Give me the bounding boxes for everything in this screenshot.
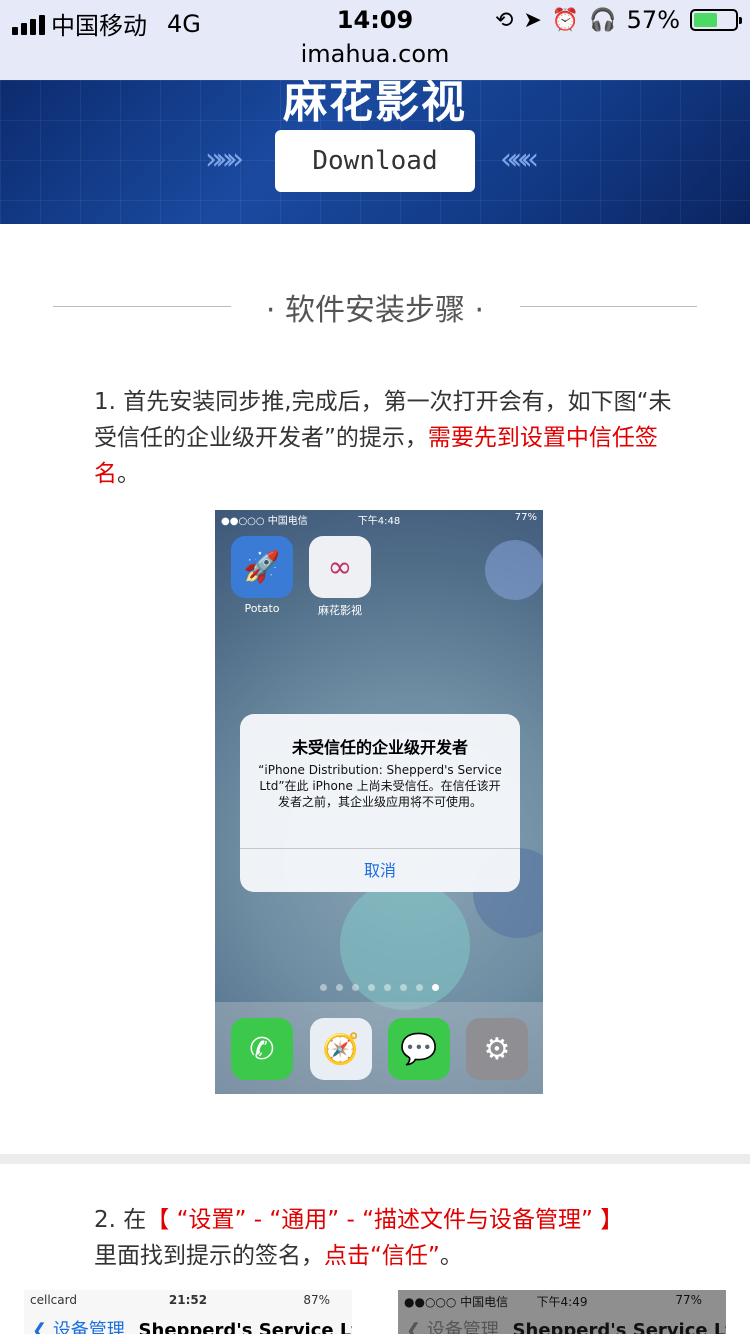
step-1-screenshot: ●●○○○ 中国电信 下午4:48 77% 🚀 Potato ∞ 麻花影视 未受…: [215, 510, 543, 1094]
chevron-right-icon: »»»: [205, 142, 244, 177]
messages-icon: 💬: [388, 1018, 450, 1080]
headphones-icon: 🎧: [589, 7, 617, 33]
inner-time: 下午4:48: [357, 516, 401, 527]
step-1-end: 。: [117, 461, 140, 487]
safari-icon: 🧭: [310, 1018, 372, 1080]
app-label: 麻花影视: [318, 604, 362, 617]
step-2-end: 。: [439, 1243, 463, 1269]
step-2-action: 点击“信任”: [324, 1243, 440, 1269]
status-bar: 中国移动 4G 14:09 ⟲ ➤ ⏰ 🎧 57% imahua.com: [0, 0, 750, 80]
page-dot: [415, 984, 423, 991]
step-2-prefix: 2. 在: [94, 1207, 147, 1233]
rotation-lock-icon: ⟲: [494, 7, 514, 33]
page-dot: [367, 984, 375, 991]
nav-title: Shepperd's Service Ltd: [138, 1320, 352, 1334]
app-potato: 🚀 Potato: [231, 536, 293, 615]
page-dot: [383, 984, 391, 991]
untrusted-developer-alert: 未受信任的企业级开发者 “iPhone Distribution: Sheppe…: [240, 714, 520, 892]
download-button[interactable]: Download: [275, 130, 475, 192]
step-2-text: 2. 在【 “设置” - “通用” - “描述文件与设备管理” 】 里面找到提示…: [94, 1202, 694, 1274]
back-label: 设备管理: [426, 1320, 499, 1334]
inner-battery: 77%: [675, 1293, 702, 1307]
page-dot: [319, 984, 327, 991]
battery-icon: [690, 9, 742, 31]
page-dot: [431, 984, 439, 991]
inner-battery: 87%: [303, 1293, 330, 1307]
inner-battery: 77%: [514, 512, 537, 523]
back-chevron-icon: ❮: [32, 1320, 53, 1334]
url-bar[interactable]: imahua.com: [0, 40, 750, 68]
banner-title: 麻花影视: [283, 80, 467, 128]
app-mahua: ∞ 麻花影视: [309, 536, 371, 618]
step-2-screenshot-right: ●●○○○ 中国电信 下午4:49 77% ❮ 设备管理 Shepperd's …: [398, 1290, 726, 1334]
step-1-text: 1. 首先安装同步推,完成后，第一次打开会有，如下图“未受信任的企业级开发者”的…: [94, 384, 674, 492]
battery-percent: 57%: [626, 6, 680, 34]
app-label: Potato: [244, 602, 280, 615]
dock: ✆ 🧭 💬 ⚙: [215, 1002, 543, 1094]
alert-body: “iPhone Distribution: Shepperd's Service…: [258, 763, 502, 809]
settings-icon: ⚙: [466, 1018, 528, 1080]
page-dot: [335, 984, 343, 991]
alert-title: 未受信任的企业级开发者: [291, 738, 468, 757]
phone-icon: ✆: [231, 1018, 293, 1080]
step-2-mid: 里面找到提示的签名，: [94, 1243, 324, 1269]
alert-cancel-button: 取消: [363, 861, 396, 880]
section-header: · 软件安装步骤 ·: [0, 285, 750, 329]
section-divider: [0, 1154, 750, 1164]
page-indicator: [215, 984, 543, 991]
page-dot: [399, 984, 407, 991]
back-label: 设备管理: [52, 1320, 125, 1334]
divider-right: [520, 306, 697, 307]
section-title: · 软件安装步骤 ·: [265, 293, 485, 328]
hero-banner: 麻花影视 »»» Download «««: [0, 80, 750, 224]
infinity-icon: ∞: [309, 536, 371, 598]
rocket-icon: 🚀: [231, 536, 293, 598]
back-chevron-icon: ❮: [406, 1320, 427, 1334]
step-2-path: 【 “设置” - “通用” - “描述文件与设备管理” 】: [146, 1207, 624, 1233]
page-dot: [351, 984, 359, 991]
step-2-screenshot-left: cellcard 21:52 87% ❮ 设备管理 Shepperd's Ser…: [24, 1290, 352, 1334]
chevron-left-icon: «««: [500, 142, 539, 177]
nav-title: Shepperd's Service Ltd: [512, 1320, 726, 1334]
alarm-icon: ⏰: [551, 7, 580, 33]
location-icon: ➤: [523, 7, 542, 33]
inner-status-bar: ●●○○○ 中国电信 下午4:48 77%: [215, 510, 543, 527]
